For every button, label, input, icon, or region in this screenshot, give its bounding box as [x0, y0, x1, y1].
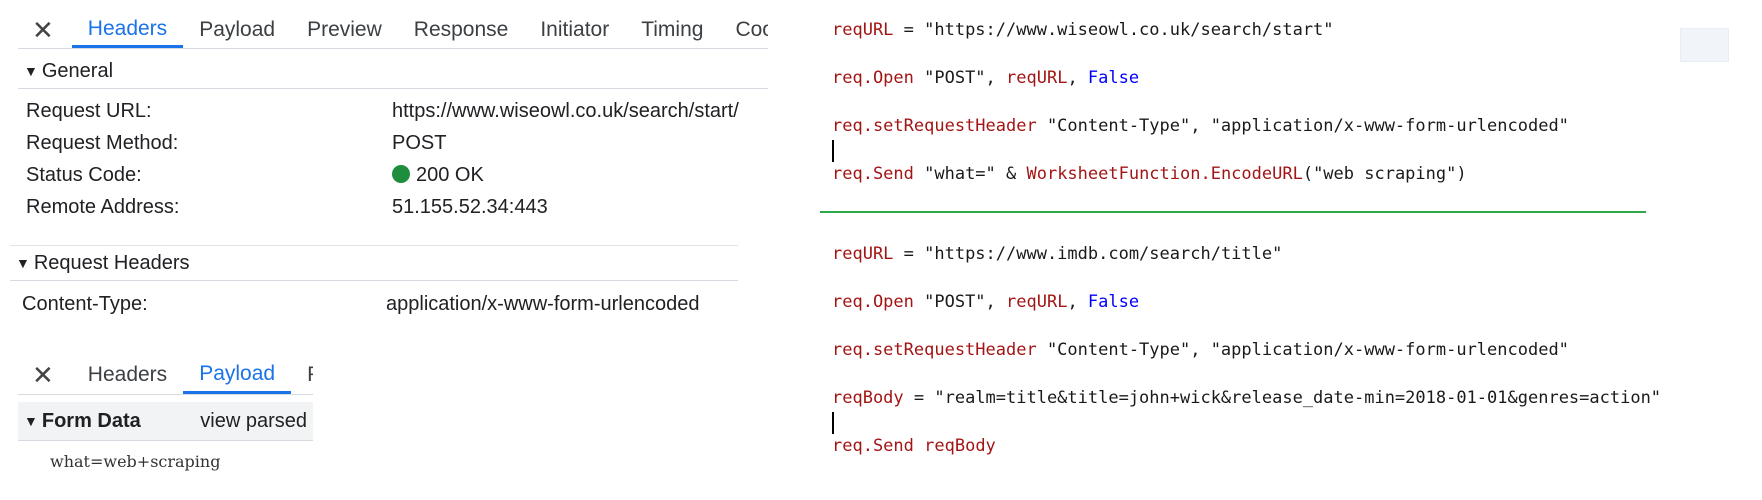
- content-type-label: Content-Type:: [22, 293, 148, 315]
- tab-timing[interactable]: Timing: [625, 12, 719, 48]
- tab-headers[interactable]: Headers: [72, 356, 183, 394]
- status-code-value: 200 OK: [392, 164, 484, 187]
- tab-payload[interactable]: Payload: [183, 356, 292, 394]
- code-divider: [820, 211, 1646, 213]
- tab-initiator[interactable]: Initiator: [524, 12, 625, 48]
- request-headers-section-header[interactable]: ▼ Request Headers: [10, 245, 738, 281]
- code-line[interactable]: reqBody = "realm=title&title=john+wick&r…: [832, 388, 1661, 408]
- request-url-label: Request URL:: [26, 100, 152, 122]
- close-icon[interactable]: ✕: [18, 12, 72, 48]
- remote-address-label: Remote Address:: [26, 196, 180, 218]
- code-line[interactable]: reqURL = "https://www.imdb.com/search/ti…: [832, 244, 1282, 264]
- code-line[interactable]: req.Open "POST", reqURL, False: [832, 68, 1139, 88]
- tab-headers[interactable]: Headers: [71, 12, 184, 48]
- status-code-label: Status Code:: [26, 164, 142, 186]
- general-section-title: General: [41, 59, 114, 82]
- collapse-triangle-icon: ▼: [24, 63, 38, 79]
- content-type-value: application/x-www-form-urlencoded: [386, 293, 700, 315]
- request-headers-title: Request Headers: [33, 251, 190, 274]
- devtools-tabbar: ✕ Headers Payload Preview Response Initi…: [18, 12, 768, 49]
- text-caret: [832, 412, 834, 434]
- form-data-section-header[interactable]: ▼ Form Data view parsed: [18, 402, 313, 441]
- tab-payload[interactable]: Payload: [183, 12, 291, 48]
- code-line[interactable]: req.Open "POST", reqURL, False: [832, 292, 1139, 312]
- code-line[interactable]: req.Send reqBody: [832, 436, 996, 456]
- status-code-text: 200 OK: [416, 164, 484, 186]
- status-ok-icon: [392, 165, 410, 183]
- request-url-value: https://www.wiseowl.co.uk/search/start/: [392, 100, 739, 122]
- code-line[interactable]: req.setRequestHeader "Content-Type", "ap…: [832, 116, 1569, 136]
- tab-preview[interactable]: Pr: [291, 356, 313, 394]
- request-method-value: POST: [392, 132, 447, 154]
- code-panel: reqURL = "https://www.wiseowl.co.uk/sear…: [820, 0, 1762, 500]
- tab-response[interactable]: Response: [398, 12, 525, 48]
- code-scroll-marker: [1680, 28, 1729, 62]
- remote-address-value: 51.155.52.34:443: [392, 196, 548, 218]
- code-line[interactable]: req.Send "what=" & WorksheetFunction.Enc…: [832, 164, 1467, 184]
- tab-preview[interactable]: Preview: [291, 12, 398, 48]
- collapse-triangle-icon: ▼: [16, 255, 30, 271]
- payload-tabbar: ✕ Headers Payload Pr: [18, 356, 313, 395]
- code-line[interactable]: req.setRequestHeader "Content-Type", "ap…: [832, 340, 1569, 360]
- close-icon[interactable]: ✕: [18, 356, 72, 394]
- code-line[interactable]: reqURL = "https://www.wiseowl.co.uk/sear…: [832, 20, 1334, 40]
- general-section-header[interactable]: ▼ General: [18, 54, 768, 89]
- collapse-triangle-icon: ▼: [24, 413, 38, 429]
- view-parsed-link[interactable]: view parsed: [200, 410, 313, 433]
- request-method-label: Request Method:: [26, 132, 179, 154]
- tab-cookies[interactable]: Cook: [719, 12, 768, 48]
- form-data-title: Form Data: [41, 409, 141, 432]
- text-caret: [832, 140, 834, 162]
- form-data-value: what=web+scraping: [50, 452, 221, 471]
